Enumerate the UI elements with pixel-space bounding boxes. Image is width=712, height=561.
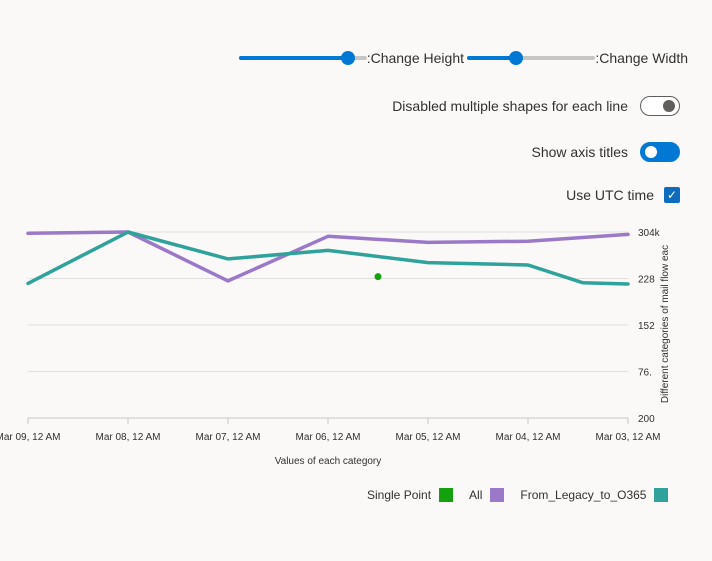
x-tick-label: Mar 03, 12 AM	[595, 432, 660, 443]
x-tick-label: Mar 05, 12 AM	[395, 432, 460, 443]
line-chart: 304k 228 152 76. 200 Mar 09, 12 AM Mar 08, 12 …	[0, 228, 671, 467]
series-line-all	[26, 230, 630, 283]
y-tick-label: 200	[638, 414, 655, 425]
single-point-marker	[374, 273, 382, 281]
legend-label: From_Legacy_to_O365	[520, 488, 647, 502]
legend-item-single-point[interactable]: Single Point	[367, 488, 454, 502]
x-tick-label: Mar 07, 12 AM	[195, 432, 260, 443]
legend-item-legacy[interactable]: From_Legacy_to_O365	[520, 488, 669, 502]
legend-item-all[interactable]: All	[469, 488, 505, 502]
legend-swatch	[654, 488, 669, 502]
x-tick-label: Mar 09, 12 AM	[0, 432, 61, 443]
legend-label: Single Point	[367, 488, 432, 502]
y-tick-label: 76.	[638, 368, 652, 379]
y-tick-label: 228	[638, 275, 655, 286]
legend-swatch	[490, 488, 505, 502]
x-tick-label: Mar 04, 12 AM	[495, 432, 560, 443]
legend-swatch	[439, 488, 454, 502]
legend-label: All	[469, 488, 483, 502]
y-tick-label: 304k	[638, 228, 661, 239]
y-tick-label: 152	[638, 321, 655, 332]
chart-legend: Single Point All From_Legacy_to_O365	[367, 488, 684, 502]
y-axis-title: Different categories of mail flow eac	[660, 245, 671, 403]
x-tick-label: Mar 08, 12 AM	[95, 432, 160, 443]
x-tick-label: Mar 06, 12 AM	[295, 432, 360, 443]
x-axis-title: Values of each category	[275, 456, 382, 467]
